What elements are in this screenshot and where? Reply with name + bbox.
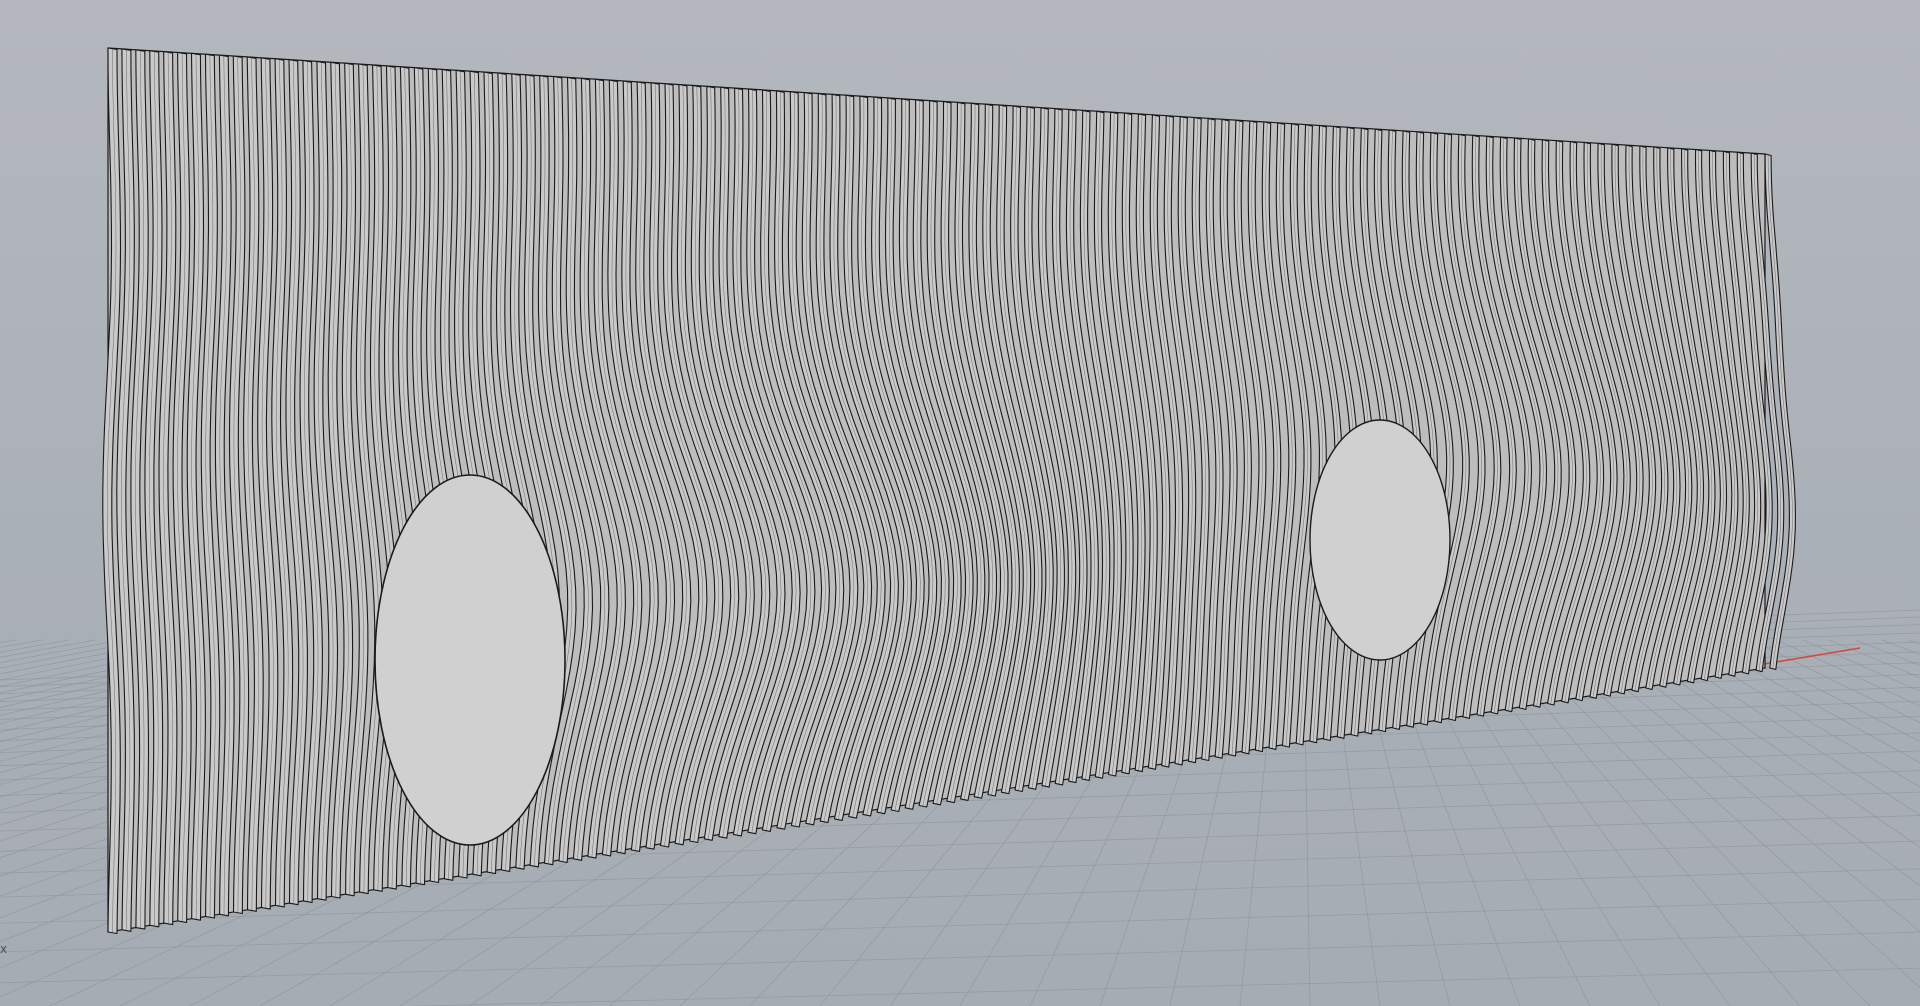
left-car-rear-disc [374, 474, 566, 846]
grid-line [405, 967, 1920, 1006]
viewport-canvas[interactable] [0, 0, 1920, 1006]
grid-line [1802, 639, 1920, 692]
grid-line [1829, 639, 1920, 679]
grid-line [1881, 639, 1920, 655]
axis-indicator-label: x [0, 942, 8, 956]
right-car-rear-disc [1309, 419, 1451, 661]
grid-line [1908, 639, 1920, 645]
grid-line [1671, 639, 1920, 788]
grid-line [1750, 639, 1920, 724]
rhino-perspective-viewport[interactable]: x [0, 0, 1920, 1006]
grid-line [1855, 639, 1920, 666]
sliced-relief-model[interactable] [102, 47, 1796, 935]
grid-line [1776, 639, 1920, 707]
grid-line [0, 898, 1920, 953]
grid-line [1566, 639, 1920, 933]
grid-line [1592, 639, 1920, 887]
